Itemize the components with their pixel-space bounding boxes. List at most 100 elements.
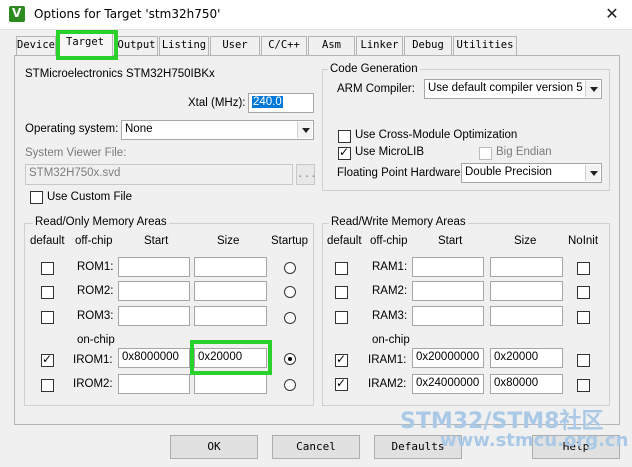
rom2-startup-radio[interactable] [284,286,296,298]
iram1-label: IRAM1: [368,354,407,366]
irom2-default-checkbox[interactable] [41,379,54,392]
rom3-start-input[interactable] [118,306,190,326]
os-select[interactable]: None [121,120,314,140]
tab-utilities[interactable]: Utilities [453,36,517,55]
rom-header-startup: Startup [271,235,309,247]
ram2-default-checkbox[interactable] [335,286,348,299]
tab-listing[interactable]: Listing [159,36,209,55]
tab-asm[interactable]: Asm [308,36,355,55]
rom3-label: ROM3: [77,310,114,322]
svf-browse-button[interactable]: ... [296,164,317,185]
custom-file-label: Use Custom File [47,191,132,203]
iram2-default-checkbox[interactable] [335,376,348,391]
iram1-noinit-checkbox[interactable] [577,354,590,367]
svf-label: System Viewer File: [25,147,127,159]
ram-header-default: default [327,235,362,247]
os-label: Operating system: [25,123,119,135]
irom2-label: IROM2: [73,378,113,390]
ram-onchip-label: on-chip [372,334,410,346]
rom3-size-input[interactable] [194,306,267,326]
ram-header-offchip: off-chip [370,235,408,247]
rom1-default-checkbox[interactable] [41,262,54,275]
rom2-size-input[interactable] [194,281,267,301]
custom-file-checkbox[interactable] [30,191,43,204]
big-endian-checkbox[interactable] [479,147,492,160]
cross-module-label: Use Cross-Module Optimization [355,129,518,141]
compiler-label: ARM Compiler: [337,83,415,95]
device-name: STMicroelectronics STM32H750IBKx [25,68,215,80]
rom-header-default: default [30,235,65,247]
irom1-label: IROM1: [73,354,113,366]
keil-app-icon: V [9,6,25,22]
fph-select[interactable]: Double Precision [461,163,602,183]
tab-linker[interactable]: Linker [356,36,403,55]
watermark-url: www.stmcu.org.cn [440,430,629,451]
ram3-start-input[interactable] [412,306,484,326]
microlib-checkbox[interactable] [338,145,351,160]
rom-header-offchip: off-chip [75,235,113,247]
ram1-size-input[interactable] [490,257,563,277]
rom3-default-checkbox[interactable] [41,311,54,324]
highlight-target-tab [56,30,118,60]
rom2-default-checkbox[interactable] [41,286,54,299]
big-endian-label: Big Endian [496,146,552,158]
iram1-default-checkbox[interactable] [335,352,348,367]
ram1-default-checkbox[interactable] [335,262,348,275]
ram1-noinit-checkbox[interactable] [577,262,590,275]
ram3-default-checkbox[interactable] [335,311,348,324]
iram1-start-input[interactable]: 0x20000000 [412,348,484,368]
tab-output[interactable]: Output [115,36,158,55]
ram2-noinit-checkbox[interactable] [577,286,590,299]
rom-areas-title: Read/Only Memory Areas [33,216,169,228]
close-button[interactable]: ✕ [596,3,628,25]
ram2-size-input[interactable] [490,281,563,301]
tab-debug[interactable]: Debug [404,36,452,55]
irom2-start-input[interactable] [118,374,190,394]
ram-header-size: Size [514,235,537,247]
irom1-default-checkbox[interactable] [41,352,54,367]
tab-cpp[interactable]: C/C++ [261,36,307,55]
irom1-start-input[interactable]: 0x8000000 [118,348,190,368]
rom3-startup-radio[interactable] [284,312,296,324]
rom1-start-input[interactable] [118,257,190,277]
ok-button[interactable]: OK [170,435,258,459]
code-generation-title: Code Generation [328,63,420,75]
irom2-startup-radio[interactable] [284,379,296,391]
rom1-startup-radio[interactable] [284,262,296,274]
microlib-label: Use MicroLIB [355,146,425,158]
svf-input[interactable]: STM32H750x.svd [25,164,293,185]
rom2-label: ROM2: [77,285,114,297]
iram2-size-input[interactable]: 0x80000 [490,374,563,394]
iram2-start-input[interactable]: 0x24000000 [412,374,484,394]
ram3-size-input[interactable] [490,306,563,326]
rom-header-start: Start [144,235,169,247]
rom-header-size: Size [217,235,240,247]
tab-user[interactable]: User [210,36,260,55]
highlight-irom1-size [190,340,272,375]
irom2-size-input[interactable] [194,374,267,394]
ram-header-noinit: NoInit [568,235,599,247]
rom2-start-input[interactable] [118,281,190,301]
rom1-label: ROM1: [77,261,114,273]
cross-module-checkbox[interactable] [338,130,351,143]
compiler-select[interactable]: Use default compiler version 5 [424,79,602,99]
ram-header-start: Start [438,235,463,247]
rom-onchip-label: on-chip [77,334,115,346]
ram3-label: RAM3: [372,310,408,322]
fph-label: Floating Point Hardware: [337,167,464,179]
ram1-start-input[interactable] [412,257,484,277]
cancel-button[interactable]: Cancel [272,435,360,459]
iram2-label: IRAM2: [368,378,407,390]
xtal-input[interactable]: 240.0 [248,93,314,113]
xtal-label: Xtal (MHz): [188,97,246,109]
ram2-label: RAM2: [372,285,408,297]
ram2-start-input[interactable] [412,281,484,301]
iram1-size-input[interactable]: 0x20000 [490,348,563,368]
iram2-noinit-checkbox[interactable] [577,379,590,392]
ram1-label: RAM1: [372,261,408,273]
irom1-startup-radio[interactable] [284,353,296,365]
rom1-size-input[interactable] [194,257,267,277]
tab-device[interactable]: Device [16,36,56,55]
ram3-noinit-checkbox[interactable] [577,311,590,324]
ram-areas-title: Read/Write Memory Areas [329,216,468,228]
